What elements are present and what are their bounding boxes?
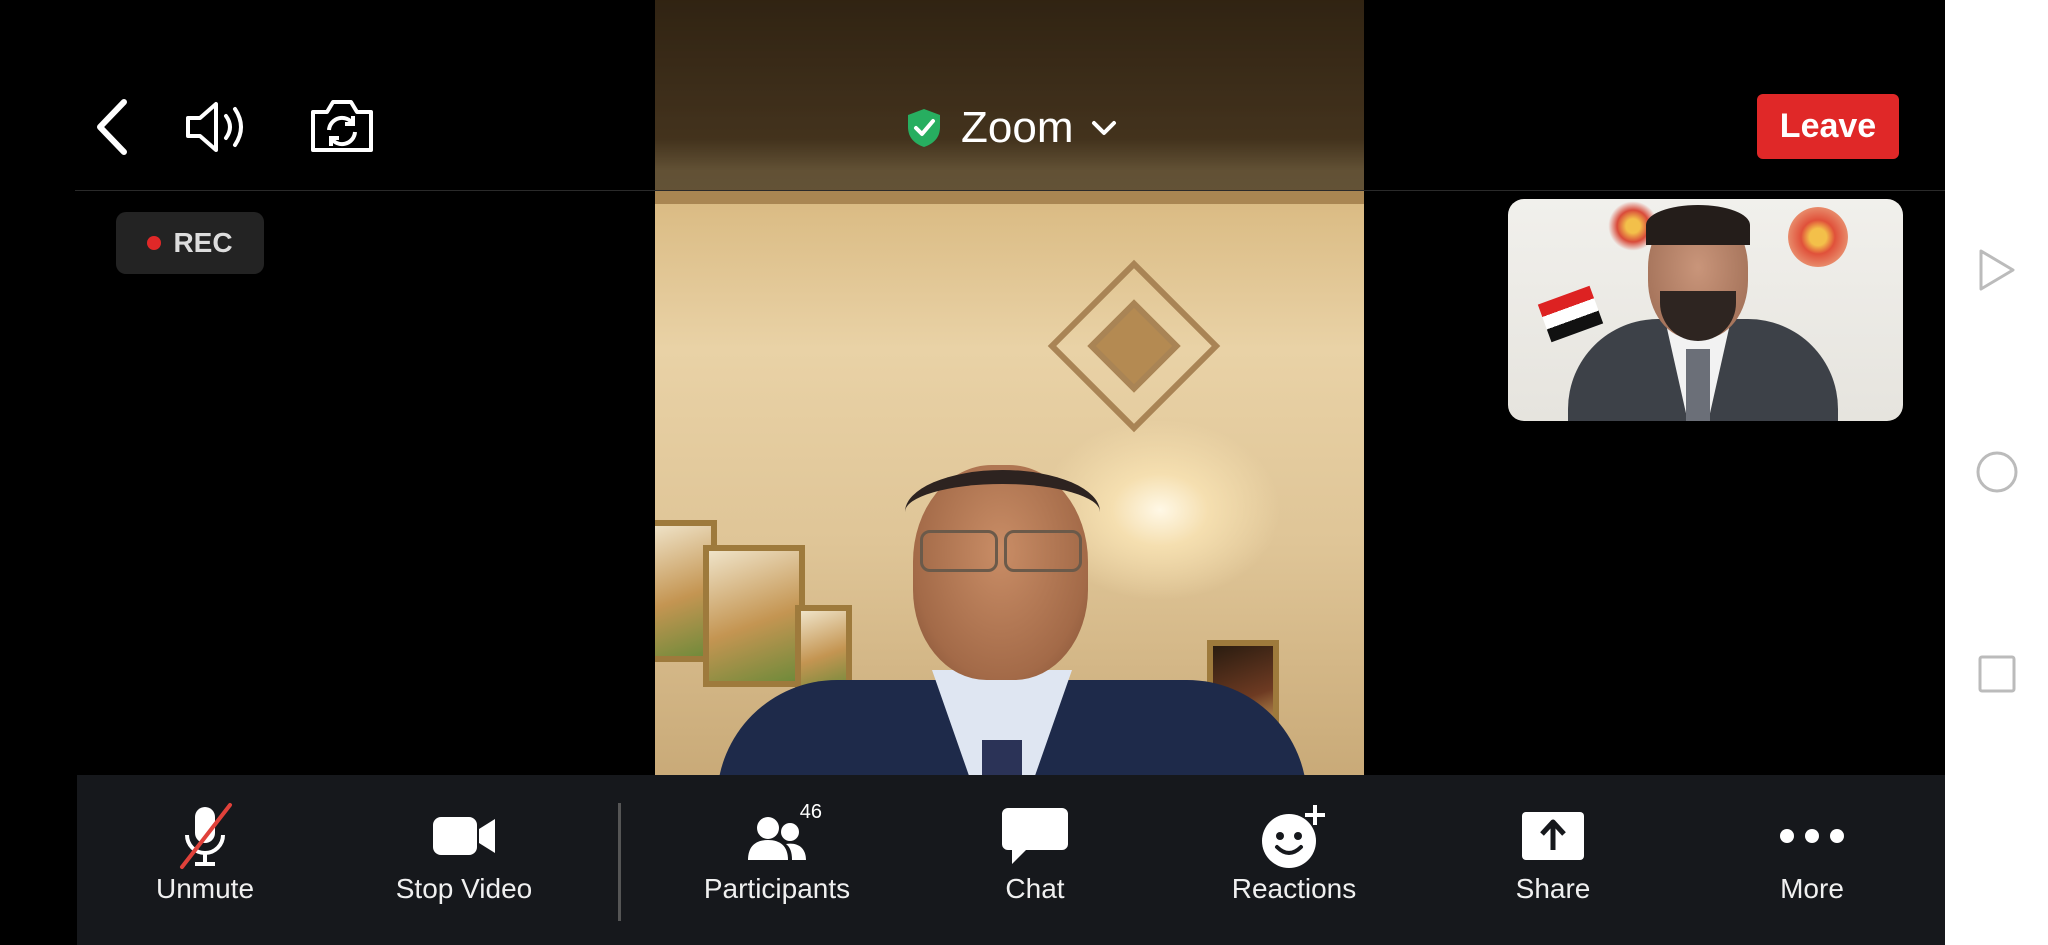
self-view-thumbnail[interactable] [1508,199,1903,421]
recording-dot-icon [147,236,162,250]
share-label: Share [1515,873,1591,904]
speaker-tie [982,740,1022,775]
chevron-down-icon [1091,119,1117,137]
back-triangle-icon[interactable] [1975,248,2019,292]
share-button[interactable]: Share [1453,775,1653,945]
speaker-glasses [912,530,1087,572]
share-upload-icon [1508,801,1598,871]
background-flag [1537,285,1604,343]
top-bar: Zoom Leave [0,0,1945,190]
meeting-title-dropdown[interactable]: Zoom [905,98,1117,158]
home-circle-icon[interactable] [1975,450,2019,494]
speaker-audio-icon[interactable] [184,98,250,156]
recents-square-icon[interactable] [1975,652,2019,696]
unmute-label: Unmute [155,873,255,904]
self-tie [1686,349,1710,421]
reactions-smiley-icon [1249,801,1339,871]
video-camera-icon [419,801,509,871]
android-nav-bar [1945,0,2048,945]
reactions-button[interactable]: Reactions [1194,775,1394,945]
recording-label: REC [173,227,233,258]
back-chevron-icon[interactable] [88,95,136,159]
top-bar-divider [75,190,1945,191]
participants-label: Participants [703,873,851,904]
chat-label: Chat [1005,873,1065,904]
self-hair [1646,205,1750,245]
more-label: More [1780,873,1844,904]
stop-video-label: Stop Video [395,873,533,904]
background-flower [1788,207,1848,267]
stop-video-button[interactable]: Stop Video [364,775,564,945]
participants-count-badge: 46 [799,801,822,823]
more-dots-icon [1767,801,1857,871]
recording-indicator[interactable]: REC [116,212,264,274]
toolbar-separator [618,803,621,921]
leave-button[interactable]: Leave [1757,94,1899,159]
participants-button[interactable]: 46 Participants [677,775,877,945]
unmute-button[interactable]: Unmute [105,775,305,945]
meeting-toolbar: Unmute Stop Video 46 Participants Chat R… [77,775,1945,945]
ceiling-beam [655,190,1364,204]
more-button[interactable]: More [1712,775,1912,945]
chat-button[interactable]: Chat [935,775,1135,945]
chat-bubble-icon [990,801,1080,871]
reactions-label: Reactions [1231,873,1357,904]
security-shield-icon [905,107,943,149]
mic-muted-icon [160,801,250,871]
participants-icon: 46 [732,801,822,871]
switch-camera-icon[interactable] [308,96,376,156]
meeting-title: Zoom [961,103,1074,152]
wall-painting-2 [703,545,805,687]
